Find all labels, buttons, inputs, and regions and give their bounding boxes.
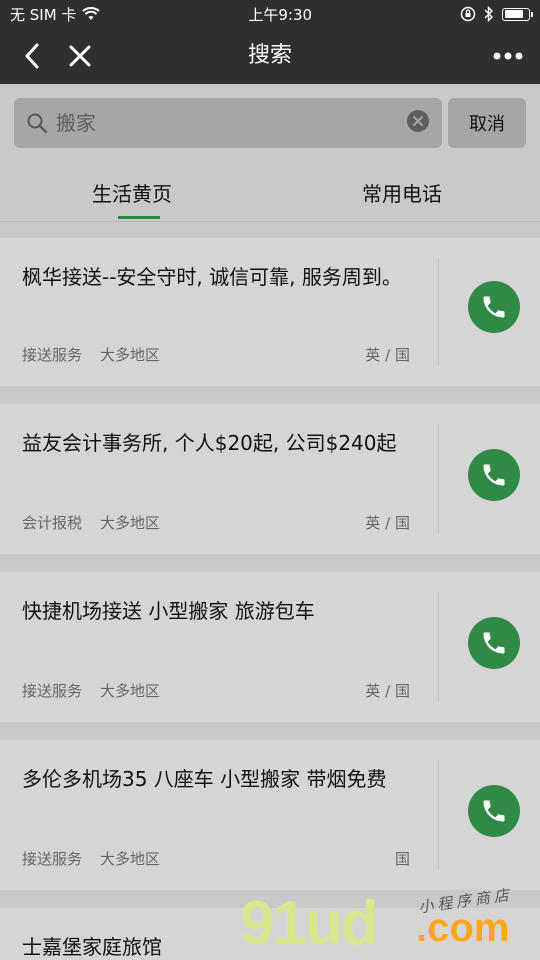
listing-meta: 会计报税 大多地区: [22, 512, 160, 533]
listing-meta: 接送服务 大多地区: [22, 680, 160, 701]
divider: [438, 760, 439, 870]
listing-title: 士嘉堡家庭旅馆: [22, 935, 162, 959]
divider: [438, 258, 439, 366]
listing-category: 接送服务: [22, 850, 83, 868]
close-icon: [69, 45, 91, 67]
search-input[interactable]: [56, 106, 396, 140]
cancel-button[interactable]: 取消: [448, 98, 526, 148]
search-row: 取消: [0, 84, 540, 160]
listing-title: 枫华接送--安全守时, 诚信可靠, 服务周到。: [22, 265, 402, 289]
listing-area: 大多地区: [100, 514, 161, 532]
list-item[interactable]: 快捷机场接送 小型搬家 旅游包车 接送服务 大多地区 英 / 国: [0, 572, 540, 722]
search-box[interactable]: [14, 98, 442, 148]
clear-icon[interactable]: [406, 109, 430, 133]
listing-languages: 英 / 国: [365, 346, 410, 364]
call-button[interactable]: [468, 449, 520, 501]
phone-icon: [483, 464, 505, 486]
status-right: [460, 6, 533, 22]
listing-languages: 英 / 国: [365, 682, 410, 700]
status-bar: 无 SIM 卡 上午9:30: [0, 0, 540, 28]
divider: [438, 592, 439, 702]
listing-category: 接送服务: [22, 682, 83, 700]
active-tab-indicator: [118, 216, 160, 219]
list-item[interactable]: 益友会计事务所, 个人$20起, 公司$240起 会计报税 大多地区 英 / 国: [0, 404, 540, 554]
carrier-label: 无 SIM 卡: [10, 5, 77, 24]
listing-title: 快捷机场接送 小型搬家 旅游包车: [22, 599, 315, 623]
listing-category: 接送服务: [22, 346, 83, 364]
tab-bar: 生活黄页 常用电话: [0, 160, 540, 222]
battery-icon: [502, 7, 533, 21]
listing-title: 多伦多机场35 八座车 小型搬家 带烟免费: [22, 767, 387, 791]
call-button[interactable]: [468, 281, 520, 333]
list-item[interactable]: 枫华接送--安全守时, 诚信可靠, 服务周到。 接送服务 大多地区 英 / 国: [0, 238, 540, 386]
listing-languages: 英 / 国: [365, 514, 410, 532]
more-horizontal-icon: [493, 52, 523, 60]
listing-meta: 接送服务 大多地区: [22, 344, 160, 365]
more-button[interactable]: [488, 38, 528, 74]
nav-bar: 搜索: [0, 28, 540, 84]
close-button[interactable]: [62, 38, 98, 74]
list-item[interactable]: 士嘉堡家庭旅馆: [0, 908, 540, 960]
orientation-lock-icon: [460, 6, 476, 22]
phone-icon: [483, 800, 505, 822]
chevron-left-icon: [25, 43, 39, 69]
listing-meta: 接送服务 大多地区: [22, 848, 160, 869]
phone-icon: [483, 632, 505, 654]
search-icon: [27, 113, 48, 134]
listing-area: 大多地区: [100, 682, 161, 700]
tab-common-phones[interactable]: 常用电话: [362, 178, 442, 207]
list-item[interactable]: 多伦多机场35 八座车 小型搬家 带烟免费 接送服务 大多地区 国: [0, 740, 540, 890]
status-left: 无 SIM 卡: [10, 4, 101, 25]
tab-yellow-pages[interactable]: 生活黄页: [92, 178, 172, 207]
call-button[interactable]: [468, 617, 520, 669]
listing-title: 益友会计事务所, 个人$20起, 公司$240起: [22, 431, 397, 455]
phone-icon: [483, 296, 505, 318]
listing-area: 大多地区: [100, 346, 161, 364]
listing-category: 会计报税: [22, 514, 83, 532]
back-button[interactable]: [14, 38, 50, 74]
divider: [438, 424, 439, 534]
call-button[interactable]: [468, 785, 520, 837]
bluetooth-icon: [484, 6, 493, 22]
status-time: 上午9:30: [248, 5, 313, 24]
listing-area: 大多地区: [100, 850, 161, 868]
wifi-icon: [82, 7, 101, 20]
listing-languages: 国: [394, 850, 410, 868]
